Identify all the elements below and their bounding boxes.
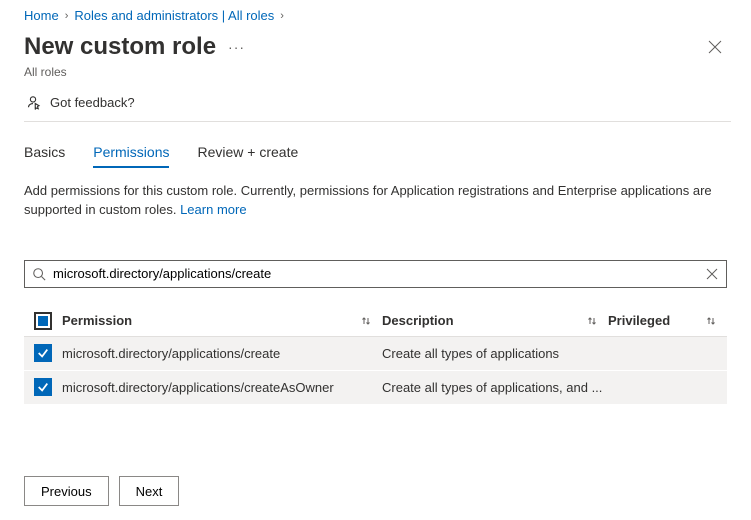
checkmark-icon	[37, 381, 49, 393]
breadcrumb-home[interactable]: Home	[24, 8, 59, 23]
permission-description: Create all types of applications	[382, 346, 559, 361]
table-row[interactable]: microsoft.directory/applications/createA…	[24, 371, 727, 405]
breadcrumb-section[interactable]: Roles and administrators | All roles	[74, 8, 274, 23]
search-icon	[32, 267, 46, 281]
row-checkbox[interactable]	[34, 378, 52, 396]
checkmark-icon	[37, 347, 49, 359]
chevron-right-icon: ›	[280, 10, 284, 22]
table-header: Permission Description Privileged	[24, 306, 727, 337]
column-header-permission[interactable]: Permission	[62, 313, 132, 328]
search-input[interactable]	[24, 260, 727, 288]
tab-permissions[interactable]: Permissions	[93, 144, 169, 168]
sort-icon[interactable]	[705, 315, 717, 327]
tab-review[interactable]: Review + create	[197, 144, 298, 168]
close-icon	[708, 40, 722, 54]
description: Add permissions for this custom role. Cu…	[24, 182, 727, 220]
clear-search-icon[interactable]	[705, 267, 719, 281]
select-all-checkbox[interactable]	[34, 312, 52, 330]
more-menu-button[interactable]: ···	[228, 39, 245, 55]
learn-more-link[interactable]: Learn more	[180, 202, 246, 217]
previous-button[interactable]: Previous	[24, 476, 109, 506]
breadcrumb: Home › Roles and administrators | All ro…	[0, 0, 751, 25]
sort-icon[interactable]	[360, 315, 372, 327]
feedback-label: Got feedback?	[50, 95, 135, 110]
page-title: New custom role	[24, 33, 216, 61]
tab-basics[interactable]: Basics	[24, 144, 65, 168]
chevron-right-icon: ›	[65, 10, 69, 22]
row-checkbox[interactable]	[34, 344, 52, 362]
permission-name: microsoft.directory/applications/create	[62, 346, 280, 361]
feedback-icon	[24, 93, 42, 111]
description-text: Add permissions for this custom role. Cu…	[24, 183, 712, 217]
column-header-description[interactable]: Description	[382, 313, 454, 328]
column-header-privileged[interactable]: Privileged	[608, 313, 670, 328]
sort-icon[interactable]	[586, 315, 598, 327]
feedback-link[interactable]: Got feedback?	[0, 79, 751, 121]
permission-name: microsoft.directory/applications/createA…	[62, 380, 334, 395]
close-button[interactable]	[699, 31, 731, 63]
next-button[interactable]: Next	[119, 476, 180, 506]
tabs: Basics Permissions Review + create	[24, 144, 727, 168]
table-row[interactable]: microsoft.directory/applications/create …	[24, 337, 727, 371]
permission-description: Create all types of applications, and ..…	[382, 380, 602, 395]
page-subtitle: All roles	[0, 63, 751, 79]
divider	[24, 121, 731, 122]
indeterminate-icon	[38, 316, 48, 326]
